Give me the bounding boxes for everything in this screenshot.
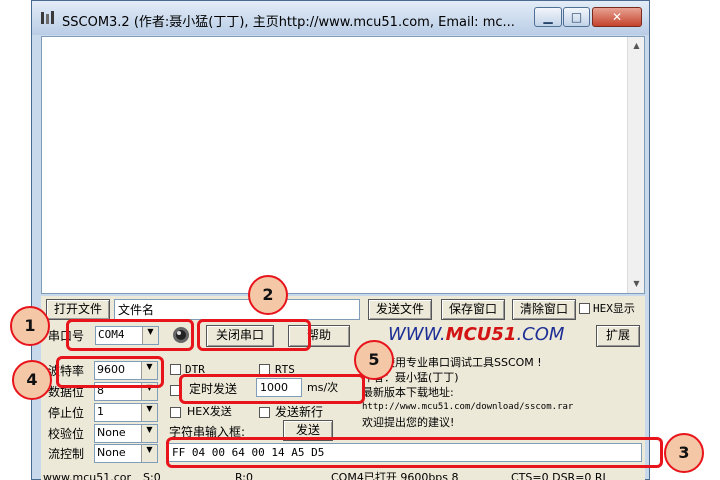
status-received: R:0 [235,471,254,480]
annotation-box-port [66,319,194,351]
chevron-down-icon[interactable]: ▼ [141,445,157,462]
info-line: 欢迎提出您的建议! [362,416,455,429]
minimize-icon: ▁ [543,10,553,24]
annotation-badge: 5 [354,340,394,380]
dtr-checkbox[interactable] [170,364,181,375]
hex-send-label: HEX发送 [187,405,232,418]
open-file-button[interactable]: 打开文件 [46,299,110,320]
mcu51-logo: WWW.MCU51.COM [388,324,565,345]
status-lines: CTS=0 DSR=0 RL [511,471,609,480]
info-url[interactable]: http://www.mcu51.com/download/sscom.rar [362,400,642,415]
clear-window-button[interactable]: 清除窗口 [512,299,576,320]
vertical-scrollbar[interactable]: ▲ ▼ [627,37,644,293]
status-port: COM4已打开 9600bps 8 [331,471,459,480]
status-site: www.mcu51.cor [43,471,132,480]
flow-control-label: 流控制 [48,447,85,461]
parity-select[interactable]: None ▼ [94,424,158,443]
info-line: 最新版本下载地址: [362,386,454,399]
annotation-badge: 2 [248,275,288,315]
annotation-badge: 4 [12,360,52,400]
receive-text-area[interactable] [41,36,645,294]
stop-bits-select[interactable]: 1 ▼ [94,403,158,422]
send-newline-label: 发送新行 [275,405,324,419]
scroll-down-icon[interactable]: ▼ [629,277,644,291]
info-line: 欢迎使用专业串口调试工具SSCOM ! [362,356,542,369]
expand-button[interactable]: 扩展 [596,325,640,347]
maximize-button[interactable]: □ [563,7,590,27]
status-bar: www.mcu51.cor S:0 R:0 COM4已打开 9600bps 8 … [41,469,645,480]
filename-field[interactable]: 文件名 [114,299,360,320]
chevron-down-icon[interactable]: ▼ [141,425,157,442]
status-sent: S:0 [143,471,161,480]
close-button[interactable]: ✕ [592,7,642,27]
annotation-box-baud [56,356,164,388]
save-window-button[interactable]: 保存窗口 [441,299,505,320]
flow-control-select[interactable]: None ▼ [94,444,158,463]
annotation-badge: 1 [10,306,50,346]
maximize-icon: □ [570,10,583,24]
window-title: SSCOM3.2 (作者:聂小猛(丁丁), 主页http://www.mcu51… [62,15,515,30]
scroll-up-icon[interactable]: ▲ [629,39,644,53]
close-icon: ✕ [611,10,623,24]
hex-send-checkbox[interactable] [170,407,181,418]
chevron-down-icon[interactable]: ▼ [141,404,157,421]
hex-display-label: HEX显示 [593,302,635,315]
info-panel: 欢迎使用专业串口调试工具SSCOM ! 作者：聂小猛(丁丁) 最新版本下载地址:… [362,355,642,439]
annotation-badge: 3 [664,433,704,473]
info-line: 作者：聂小猛(丁丁) [362,371,459,384]
annotation-box-close-port [197,319,311,351]
send-newline-checkbox[interactable] [259,407,270,418]
send-file-button[interactable]: 发送文件 [368,299,432,320]
annotation-box-timed-send [179,374,365,404]
stop-bits-label: 停止位 [48,406,85,420]
annotation-box-send-input [166,437,663,468]
minimize-button[interactable]: ▁ [534,7,562,27]
hex-display-checkbox[interactable] [579,303,590,314]
parity-label: 校验位 [48,427,85,441]
app-icon [40,10,56,26]
